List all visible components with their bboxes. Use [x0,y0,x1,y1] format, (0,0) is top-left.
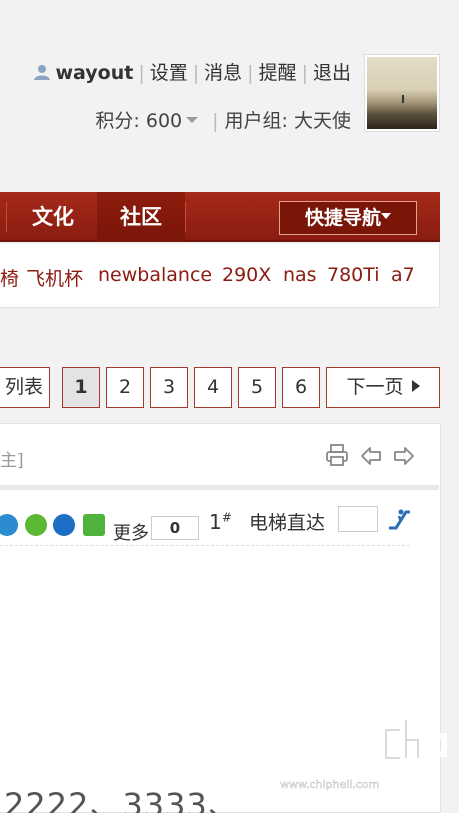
divider: | [247,62,254,84]
page-button[interactable]: 6 [282,367,320,408]
divider [0,545,410,546]
divider [185,202,186,232]
usergroup-link[interactable]: 用户组: 大天使 [225,110,351,132]
elevator-icon[interactable] [386,506,412,536]
page-button[interactable]: 3 [150,367,188,408]
floor-mark: # [221,510,232,525]
plus-share-icon[interactable] [83,514,105,536]
back-to-list-button[interactable]: 列表 [0,367,50,408]
reminders-link[interactable]: 提醒 [259,62,297,84]
post-tools [325,443,421,471]
nav-item-culture[interactable]: 文化 [32,192,74,242]
user-stats: 积分: 600 | 用户组: 大天使 [95,106,351,133]
share-circle-icon[interactable] [0,514,18,536]
username-link[interactable]: wayout [55,62,133,84]
divider: | [301,62,308,84]
arrow-right-icon [411,380,420,392]
renren-icon[interactable] [53,514,75,536]
page-button[interactable]: 4 [194,367,232,408]
page-button[interactable]: 2 [106,367,144,408]
more-share-link[interactable]: 更多 [113,519,149,545]
messages-link[interactable]: 消息 [204,62,242,84]
points-label: 积分: 600 [95,110,183,132]
user-icon [34,65,51,80]
hotword-link[interactable]: nas [283,264,317,286]
chiphell-watermark: www.chiphell.com [280,717,456,813]
logout-link[interactable]: 退出 [313,62,351,84]
print-icon[interactable] [325,443,349,471]
watermark-url: www.chiphell.com [280,778,379,791]
wechat-icon[interactable] [25,514,47,536]
next-page-button[interactable]: 下一页 [326,367,440,408]
hotword-link[interactable]: 飞机杯 [26,264,83,291]
quick-nav-label: 快捷导航 [304,207,381,229]
divider: | [138,62,145,84]
divider: | [212,110,219,132]
next-thread-icon[interactable] [393,445,415,471]
post-body-text: 2222、3333、 [4,786,241,813]
jump-to-floor-input[interactable] [338,506,378,532]
hotword-link[interactable]: 780Ti [327,264,380,286]
hotword-link[interactable]: 290X [222,264,271,286]
quick-nav-button[interactable]: 快捷导航 [279,201,417,235]
nav-item-community[interactable]: 社区 [97,192,185,242]
avatar[interactable] [364,54,440,132]
chiphell-logo: www.chiphell.com [280,717,447,807]
jump-to-floor-label: 电梯直达 [249,512,326,534]
avatar-image [367,57,437,129]
floor-number[interactable]: 1# [209,510,232,534]
hotword-link[interactable]: newbalance [98,264,212,286]
main-nav: 文化 社区 快捷导航 [0,192,440,242]
divider [6,202,7,232]
page-button-current[interactable]: 1 [62,367,100,408]
hotword-link[interactable]: 椅 [0,264,19,291]
prev-thread-icon[interactable] [360,445,382,471]
chevron-down-icon [186,117,199,123]
points-dropdown[interactable]: 积分: 600 [95,110,199,132]
divider: | [192,62,200,84]
floor-value: 1 [209,510,222,534]
hot-search-bar: 椅 飞机杯 newbalance 290X nas 780Ti a7 [0,244,440,308]
hotword-link[interactable]: a7 [391,264,415,286]
share-count: 0 [151,516,199,540]
caret-down-icon [381,213,391,219]
divider [0,485,439,490]
settings-link[interactable]: 设置 [150,62,188,84]
next-page-label: 下一页 [346,376,404,398]
post-header-fragment: 主] [0,451,24,471]
user-bar: wayout | 设置 | 消息 | 提醒 | 退出 [33,58,351,85]
page-button[interactable]: 5 [238,367,276,408]
